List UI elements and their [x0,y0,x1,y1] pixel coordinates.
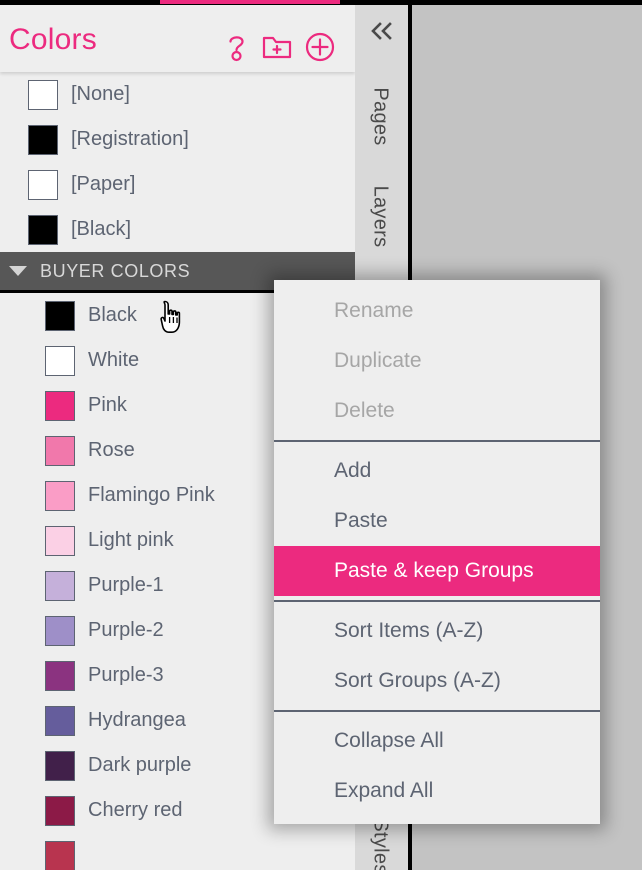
color-label: Black [88,304,137,326]
menu-item-delete[interactable]: Delete [274,386,600,436]
menu-item-expand-all[interactable]: Expand All [274,766,600,816]
menu-item-label: Delete [334,399,395,422]
colors-panel-header-actions [225,32,335,67]
color-label: White [88,349,140,371]
sidebar-tab-layers-label: Layers [369,185,392,248]
page-title: Colors [9,23,97,56]
color-swatch [45,840,75,870]
menu-item-label: Expand All [334,779,434,802]
add-circle-icon[interactable] [305,32,335,67]
color-swatch [45,390,75,421]
color-label: Flamingo Pink [88,484,215,506]
color-swatch [28,169,58,200]
color-label: Rose [88,439,135,461]
color-label: [Registration] [71,128,189,150]
color-swatch [45,345,75,376]
color-label: Pink [88,394,127,416]
list-item[interactable]: [Black] [0,207,355,252]
menu-item-paste-keep-groups[interactable]: Paste & keep Groups [274,546,600,596]
menu-item-sort-items[interactable]: Sort Items (A-Z) [274,606,600,656]
menu-item-add[interactable]: Add [274,446,600,496]
collapse-panel-button[interactable] [355,13,408,53]
menu-item-label: Paste & keep Groups [334,559,534,582]
sidebar-tab-layers[interactable]: Layers [354,162,407,272]
menu-item-label: Rename [334,299,414,322]
color-swatch [45,435,75,466]
sidebar-tab-pages-label: Pages [369,87,392,146]
color-swatch [45,750,75,781]
menu-item-paste[interactable]: Paste [274,496,600,546]
color-swatch [45,615,75,646]
color-label: [Paper] [71,173,136,195]
color-label: [None] [71,83,130,105]
menu-item-label: Add [334,459,372,482]
list-item[interactable]: [Paper] [0,162,355,207]
menu-item-duplicate[interactable]: Duplicate [274,336,600,386]
color-swatch [45,660,75,691]
active-tab-indicator [160,0,340,4]
color-swatch [45,525,75,556]
chevron-double-left-icon [368,21,396,46]
menu-item-sort-groups[interactable]: Sort Groups (A-Z) [274,656,600,706]
menu-separator [274,600,600,602]
color-swatch [28,214,58,245]
list-item[interactable] [0,833,355,870]
app-window: Pages Layers Styles Colors [None] [Regis… [0,0,642,870]
color-swatch [45,570,75,601]
color-swatch [28,124,58,155]
colors-panel-header: Colors [0,5,355,72]
new-folder-icon[interactable] [262,34,292,65]
menu-item-collapse-all[interactable]: Collapse All [274,716,600,766]
color-swatch [45,300,75,331]
menu-item-label: Duplicate [334,349,422,372]
color-label: Dark purple [88,754,192,776]
color-label: Hydrangea [88,709,186,731]
menu-item-label: Sort Groups (A-Z) [334,669,501,692]
context-menu[interactable]: Rename Duplicate Delete Add Paste Paste … [274,280,600,824]
menu-separator [274,440,600,442]
color-swatch [28,79,58,110]
color-label: Purple-1 [88,574,164,596]
list-item[interactable]: [Registration] [0,117,355,162]
color-swatch [45,480,75,511]
color-label: Purple-2 [88,619,164,641]
sidebar-tab-pages[interactable]: Pages [354,62,407,172]
menu-separator [274,710,600,712]
menu-item-label: Sort Items (A-Z) [334,619,484,642]
menu-item-rename[interactable]: Rename [274,286,600,336]
help-icon[interactable] [225,32,249,67]
color-label: Light pink [88,529,174,551]
color-swatch [45,795,75,826]
color-label: [Black] [71,218,132,240]
color-label: Cherry red [88,799,183,821]
list-item[interactable]: [None] [0,72,355,117]
color-label: Purple-3 [88,664,164,686]
sidebar-tab-styles-label: Styles [369,818,392,870]
caret-down-icon[interactable] [9,266,27,276]
color-group-label: BUYER COLORS [40,260,191,281]
menu-item-label: Paste [334,509,388,532]
color-swatch [45,705,75,736]
menu-item-label: Collapse All [334,729,444,752]
